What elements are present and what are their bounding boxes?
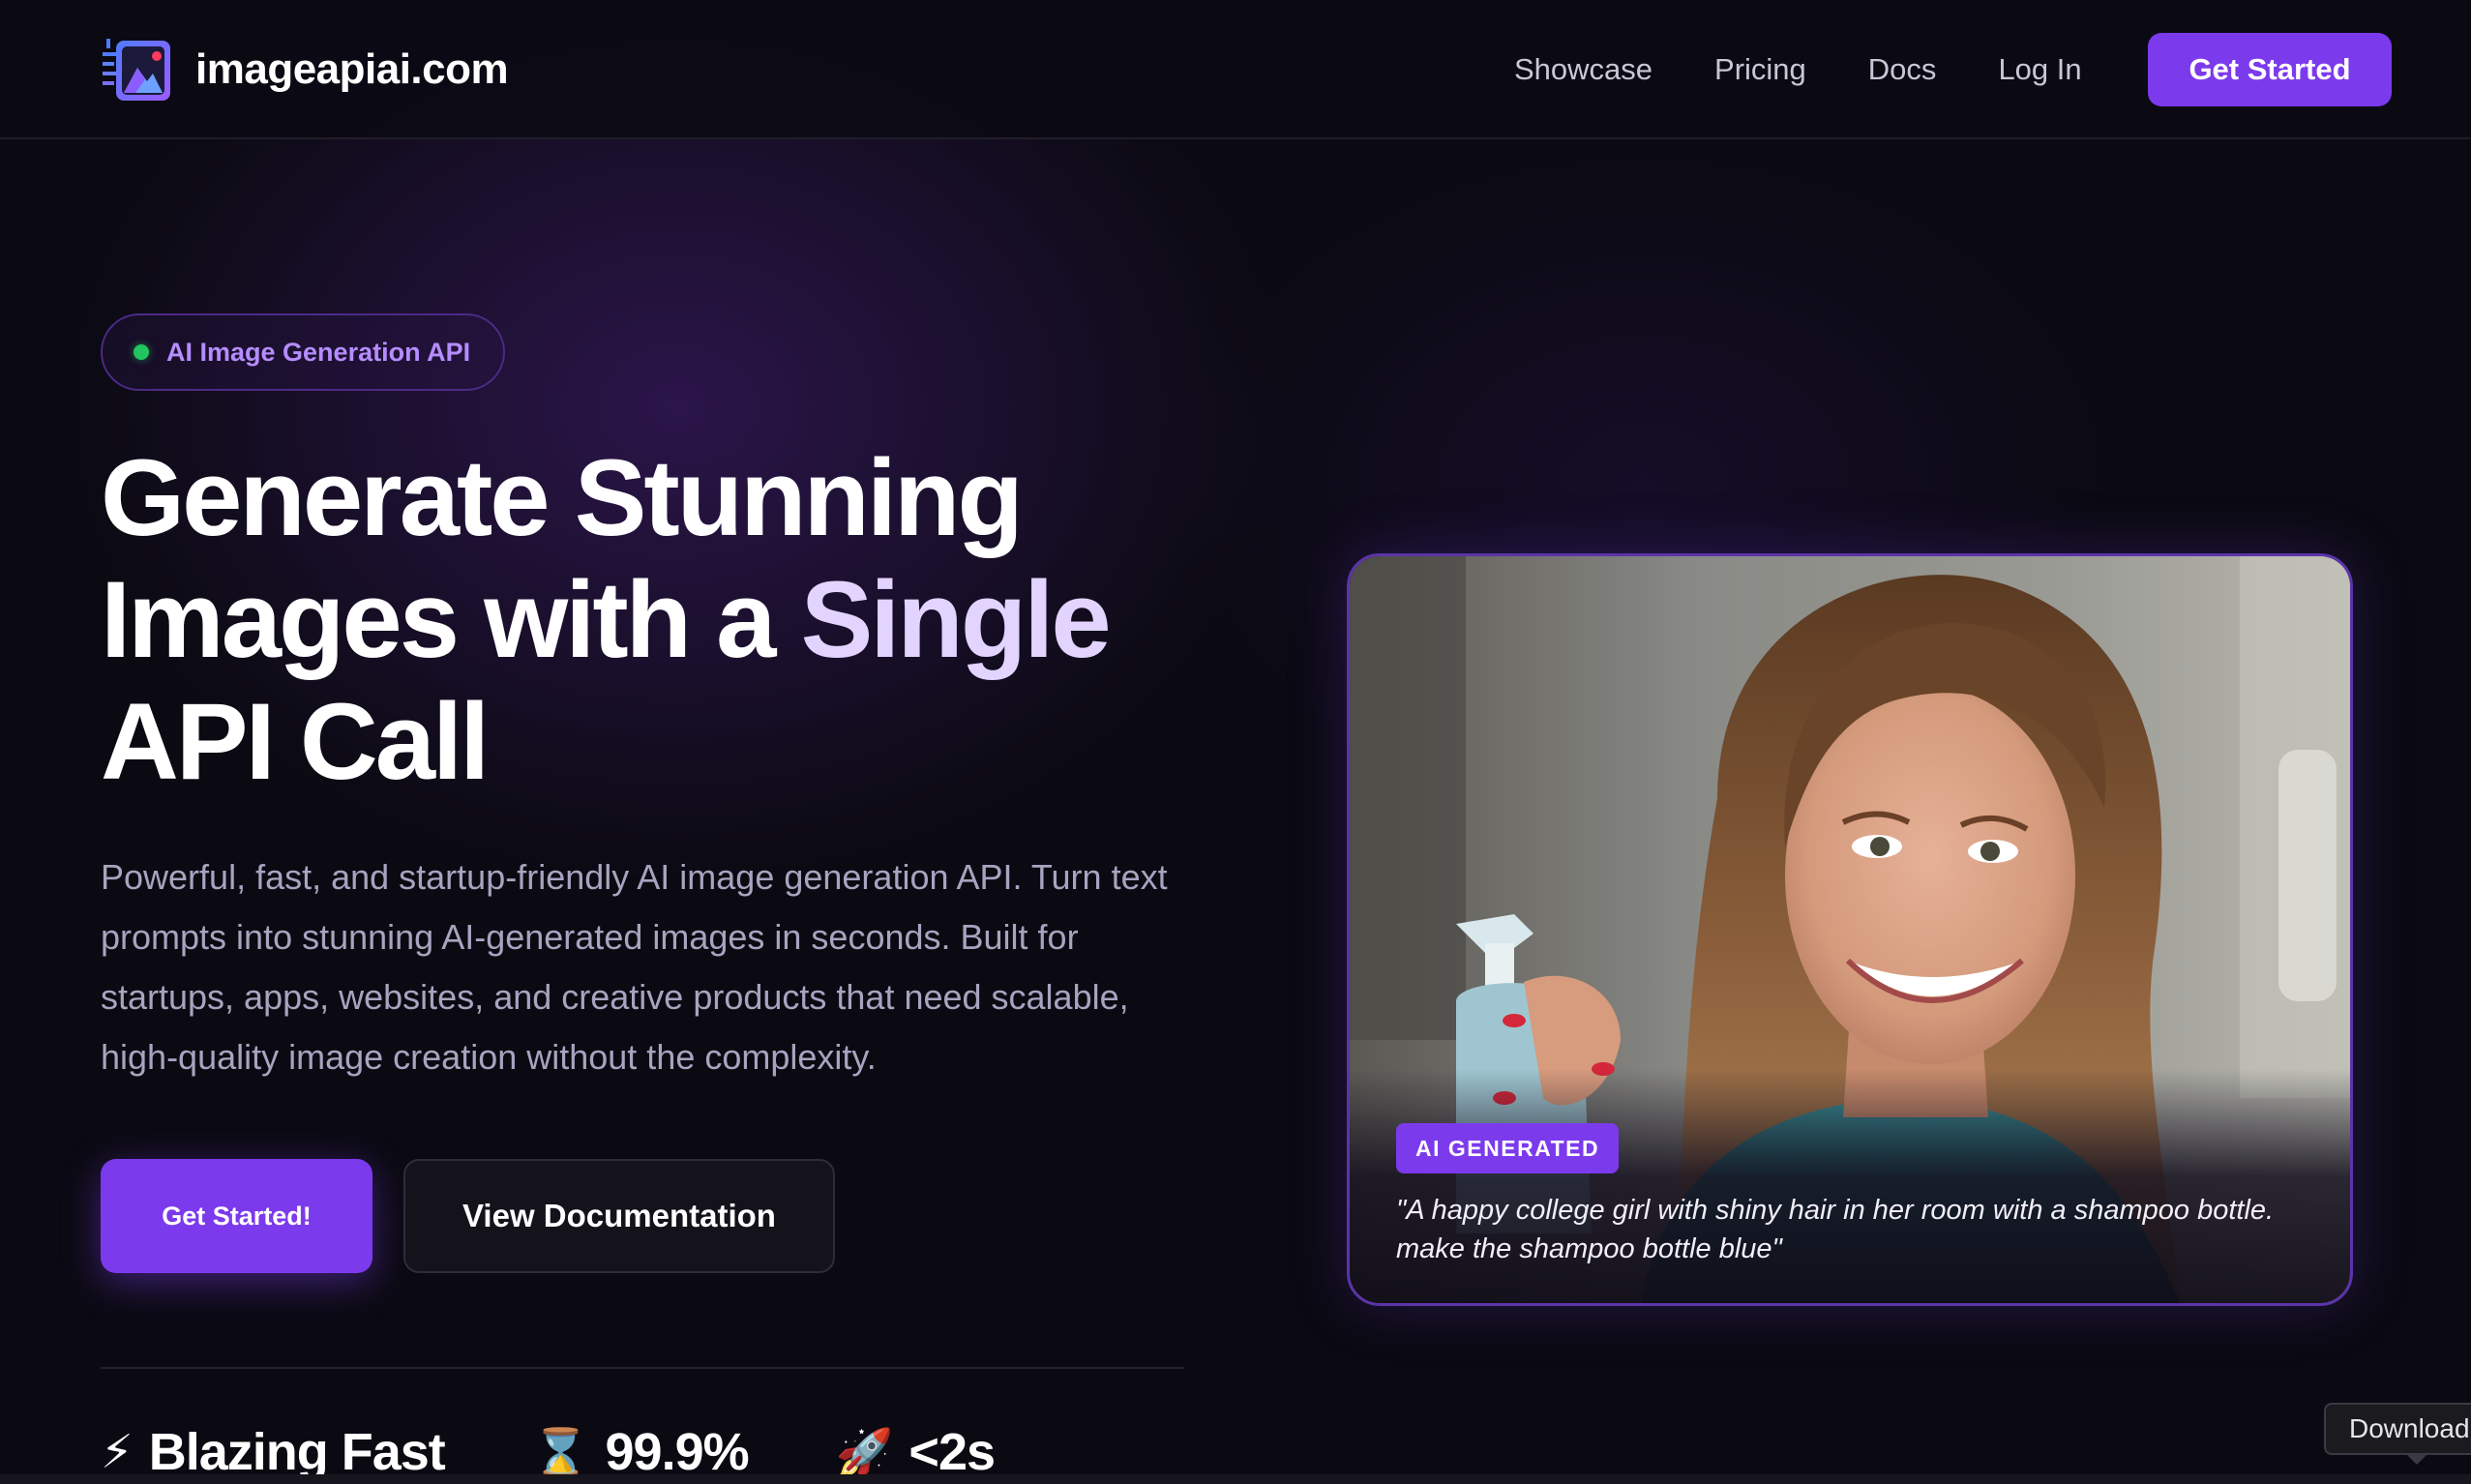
nav-links: Showcase Pricing Docs Log In bbox=[1514, 0, 2145, 139]
section-divider bbox=[101, 1367, 1184, 1369]
download-tooltip[interactable]: Download bbox=[2324, 1403, 2471, 1455]
nav-link-showcase[interactable]: Showcase bbox=[1514, 52, 1652, 87]
status-dot-icon bbox=[134, 344, 149, 360]
hero-description: Powerful, fast, and startup-friendly AI … bbox=[101, 857, 1168, 1077]
brand-logo[interactable]: imageapiai.com bbox=[101, 33, 509, 106]
logo-icon bbox=[101, 33, 174, 106]
lightning-icon: ⚡ bbox=[101, 1425, 134, 1479]
hero-pill-badge: AI Image Generation API bbox=[101, 313, 505, 391]
stats-row: ⚡ Blazing Fast ⌛ 99.9% 🚀 <2s bbox=[101, 1422, 1082, 1482]
prompt-caption: "A happy college girl with shiny hair in… bbox=[1396, 1195, 2275, 1264]
nav-get-started-button[interactable]: Get Started bbox=[2148, 33, 2392, 106]
stat-label: Blazing Fast bbox=[148, 1423, 446, 1481]
headline-accent: Single bbox=[800, 559, 1112, 680]
stat-label: <2s bbox=[908, 1423, 996, 1481]
rocket-icon: 🚀 bbox=[835, 1425, 894, 1480]
stat-label: 99.9% bbox=[605, 1423, 750, 1481]
top-nav: imageapiai.com Showcase Pricing Docs Log… bbox=[0, 0, 2471, 139]
stat-item: ⌛ 99.9% bbox=[531, 1422, 750, 1482]
hourglass-icon: ⌛ bbox=[531, 1425, 590, 1480]
showcase-image-card[interactable]: AI GENERATED "A happy college girl with … bbox=[1347, 553, 2353, 1306]
brand-name: imageapiai.com bbox=[195, 45, 509, 93]
nav-link-docs[interactable]: Docs bbox=[1868, 52, 1937, 87]
nav-link-login[interactable]: Log In bbox=[1998, 52, 2081, 87]
get-started-button[interactable]: Get Started! bbox=[101, 1159, 372, 1273]
nav-link-pricing[interactable]: Pricing bbox=[1714, 52, 1806, 87]
landing-page: imageapiai.com Showcase Pricing Docs Log… bbox=[0, 0, 2471, 1484]
ai-generated-badge: AI GENERATED bbox=[1396, 1123, 1620, 1173]
view-documentation-button[interactable]: View Documentation bbox=[403, 1159, 835, 1273]
headline-part2: API Call bbox=[101, 681, 490, 802]
pill-label: AI Image Generation API bbox=[166, 337, 471, 367]
caption-overlay bbox=[1350, 1069, 2350, 1303]
tooltip-arrow-icon bbox=[2405, 1453, 2428, 1465]
stat-item: ⚡ Blazing Fast bbox=[101, 1422, 446, 1482]
bottom-edge bbox=[0, 1474, 2471, 1484]
stat-item: 🚀 <2s bbox=[835, 1422, 996, 1482]
hero-headline: Generate Stunning Images with a Single A… bbox=[101, 437, 1262, 803]
